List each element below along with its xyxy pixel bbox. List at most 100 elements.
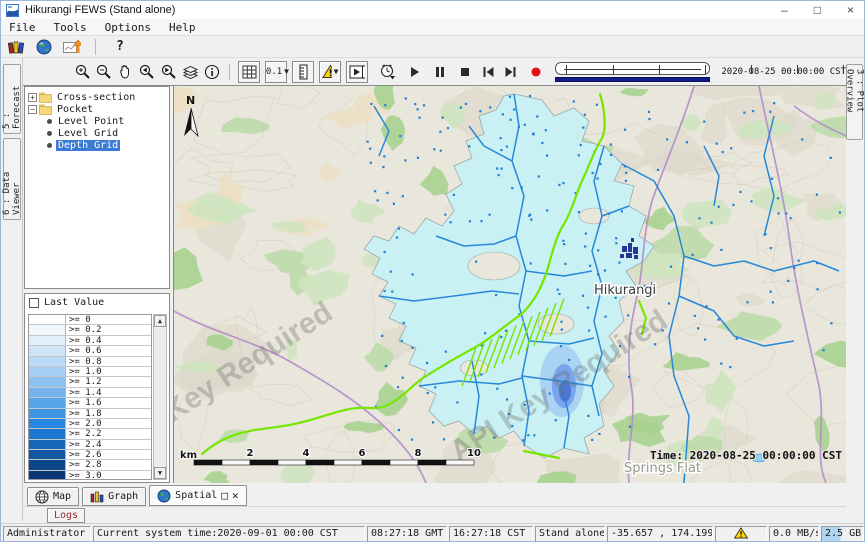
map-canvas[interactable]: API Key Required API Key Required API Ke… xyxy=(174,86,846,483)
maximize-tab-icon[interactable]: □ xyxy=(221,491,228,501)
legend-label: >= 0.4 xyxy=(66,336,151,345)
animation-display-button[interactable] xyxy=(346,61,368,83)
tree-item-pocket[interactable]: − Pocket xyxy=(25,103,169,115)
tab-forecast[interactable]: 5 : Forecast xyxy=(3,64,21,134)
stop-button[interactable] xyxy=(459,65,471,79)
svg-text:km: km xyxy=(180,450,197,461)
tree-item-depth-grid[interactable]: Depth Grid xyxy=(25,139,169,151)
legend-swatch xyxy=(29,398,66,407)
map-time-label: Time: 2020-08-25 00:00:00 CST xyxy=(650,449,842,462)
tree-item-level-point[interactable]: Level Point xyxy=(25,115,169,127)
close-button[interactable]: × xyxy=(847,1,854,19)
maximize-button[interactable]: □ xyxy=(814,1,821,19)
svg-text:2: 2 xyxy=(247,448,254,459)
scale-ruler-button[interactable] xyxy=(292,61,314,83)
tab-data-viewer[interactable]: 6 : Data Viewer xyxy=(3,138,21,220)
explorer-icon[interactable] xyxy=(7,39,25,55)
svg-text:6: 6 xyxy=(359,448,366,459)
tab-graph[interactable]: Graph xyxy=(82,487,146,506)
legend-label: >= 1.0 xyxy=(66,367,151,376)
threshold-dropdown[interactable]: 0.1▼ xyxy=(265,61,287,83)
status-warning-cell[interactable] xyxy=(715,526,767,542)
tab-plot-overview[interactable]: 3 : Plot Overview xyxy=(846,64,863,140)
map-view[interactable]: API Key Required API Key Required API Ke… xyxy=(173,86,846,483)
legend-label: >= 0.2 xyxy=(66,325,151,334)
zoom-in-icon[interactable] xyxy=(75,63,91,81)
zoom-next-icon[interactable] xyxy=(160,63,177,81)
import-data-icon[interactable] xyxy=(63,39,81,55)
menu-tools[interactable]: Tools xyxy=(50,20,95,35)
legend-swatch xyxy=(29,450,66,459)
menu-help[interactable]: Help xyxy=(165,20,204,35)
legend-row: >= 2.8 xyxy=(29,460,151,470)
tree-item-label: Level Point xyxy=(56,116,126,127)
tab-spatial[interactable]: Spatial □ ✕ xyxy=(149,485,246,506)
bar-chart-icon xyxy=(90,490,104,503)
menu-options[interactable]: Options xyxy=(101,20,159,35)
layers-icon[interactable] xyxy=(182,63,199,81)
timeline-slider[interactable] xyxy=(555,62,710,82)
last-value-checkbox[interactable] xyxy=(29,298,39,308)
tab-label: Map xyxy=(53,491,71,502)
collapse-toggle-icon[interactable]: − xyxy=(28,105,37,114)
legend-swatch xyxy=(29,419,66,428)
help-button[interactable]: ? xyxy=(110,39,130,54)
layer-node-icon xyxy=(47,143,52,148)
legend-swatch xyxy=(29,357,66,366)
last-value-label: Last Value xyxy=(44,297,104,308)
tree-item-cross-section[interactable]: + Cross-section xyxy=(25,91,169,103)
timeline-range-bar xyxy=(555,77,710,82)
pause-button[interactable] xyxy=(434,65,446,79)
grid-display-button[interactable] xyxy=(238,61,260,83)
legend-row: >= 1.6 xyxy=(29,398,151,408)
pan-hand-icon[interactable] xyxy=(117,63,133,81)
time-step-clock-icon[interactable] xyxy=(379,63,396,81)
legend-row: >= 1.8 xyxy=(29,409,151,419)
app-window: Hikurangi FEWS (Stand alone) – □ × File … xyxy=(0,0,865,542)
status-memory: 2.5 GB xyxy=(821,526,864,542)
warning-thresholds-dropdown[interactable]: ▼ xyxy=(319,61,341,83)
chevron-down-icon: ▼ xyxy=(284,67,289,76)
scroll-down-icon[interactable]: ▼ xyxy=(154,467,166,479)
info-icon[interactable] xyxy=(204,63,220,81)
legend-label: >= 2.0 xyxy=(66,419,151,428)
legend-row: >= 0.4 xyxy=(29,336,151,346)
legend-label: >= 3.0 xyxy=(66,471,151,480)
status-user: Administrator xyxy=(3,526,91,542)
timeline-axis xyxy=(564,69,701,70)
status-mode: Stand alone xyxy=(535,526,605,542)
minimize-button[interactable]: – xyxy=(781,1,788,19)
close-tab-icon[interactable]: ✕ xyxy=(232,491,239,501)
chevron-down-icon: ▼ xyxy=(334,67,339,76)
menu-file[interactable]: File xyxy=(5,20,44,35)
play-button[interactable] xyxy=(409,65,421,79)
legend-row: >= 2.0 xyxy=(29,419,151,429)
timeline-datetime: 2020-08-25 00:00:00 CST xyxy=(721,67,846,77)
legend-row: >= 2.6 xyxy=(29,450,151,460)
svg-text:4: 4 xyxy=(303,448,310,459)
scroll-up-icon[interactable]: ▲ xyxy=(154,315,166,327)
legend-row: >= 0.2 xyxy=(29,325,151,335)
expand-toggle-icon[interactable]: + xyxy=(28,93,37,102)
tab-label: Graph xyxy=(108,491,138,502)
zoom-previous-icon[interactable] xyxy=(138,63,155,81)
zoom-out-icon[interactable] xyxy=(96,63,112,81)
skip-to-start-button[interactable] xyxy=(482,65,495,79)
status-bar: Administrator Current system time:2020-0… xyxy=(1,523,865,542)
legend-label: >= 1.8 xyxy=(66,409,151,418)
record-button[interactable] xyxy=(530,65,542,79)
globe-map-icon[interactable] xyxy=(35,39,53,55)
legend-scrollbar[interactable]: ▲ ▼ xyxy=(153,314,167,480)
title-bar: Hikurangi FEWS (Stand alone) – □ × xyxy=(1,1,864,19)
layer-tree: + Cross-section − Pocket Level Point Lev… xyxy=(24,86,170,289)
legend-swatch xyxy=(29,377,66,386)
timeline-track[interactable] xyxy=(555,62,710,75)
tab-map[interactable]: Map xyxy=(27,487,79,506)
legend-row: >= 2.2 xyxy=(29,429,151,439)
tree-item-level-grid[interactable]: Level Grid xyxy=(25,127,169,139)
globe-icon xyxy=(157,489,171,503)
skip-to-end-button[interactable] xyxy=(504,65,517,79)
legend-row: >= 0.6 xyxy=(29,346,151,356)
logs-button[interactable]: Logs xyxy=(47,508,85,523)
legend-label: >= 2.6 xyxy=(66,450,151,459)
